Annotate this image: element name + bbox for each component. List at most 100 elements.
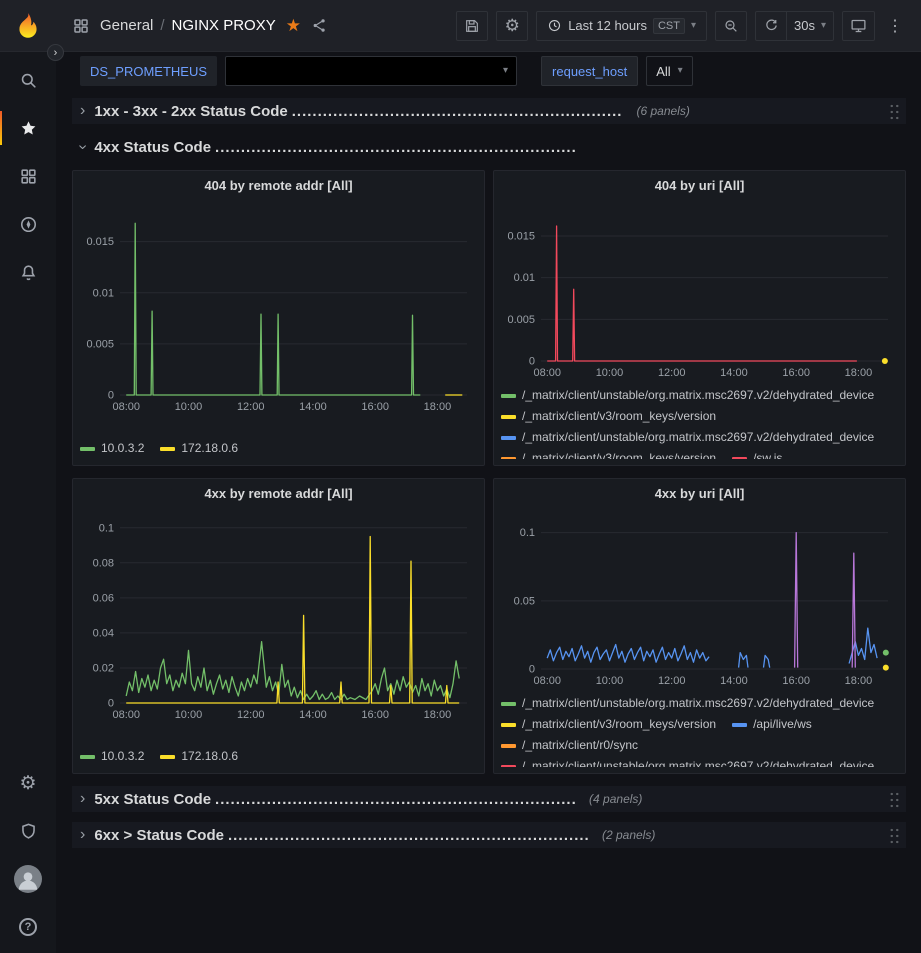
grafana-logo[interactable]	[0, 0, 56, 51]
datasource-variable-label: DS_PROMETHEUS	[80, 56, 217, 86]
legend-item[interactable]: /_matrix/client/unstable/org.matrix.msc2…	[501, 693, 874, 714]
row-drag-handle[interactable]	[889, 827, 900, 844]
dashboard-settings-button[interactable]: ⚙	[496, 11, 528, 41]
panel-4xx-by-uri: 4xx by uri [All] 00.050.108:0010:0012:00…	[493, 478, 906, 774]
row-6xx-status-code[interactable]: › 6xx > Status Code ....................…	[72, 822, 906, 848]
sidebar-item-alerting[interactable]	[0, 248, 56, 296]
row-1xx-3xx-2xx-status-code[interactable]: › 1xx - 3xx - 2xx Status Code ..........…	[72, 98, 906, 124]
gear-icon: ⚙	[19, 774, 36, 793]
legend-swatch-yellow-icon	[501, 415, 516, 419]
sidebar-item-profile[interactable]	[0, 855, 56, 903]
panel-title[interactable]: 404 by remote addr [All]	[80, 175, 477, 197]
legend-item[interactable]: /_matrix/client/unstable/org.matrix.msc2…	[501, 385, 874, 406]
sidebar-item-dashboards[interactable]	[0, 152, 56, 200]
timeseries-chart[interactable]: 00.020.040.060.080.108:0010:0012:0014:00…	[80, 511, 477, 723]
legend-item[interactable]: /_matrix/client/v3/room_keys/version	[501, 448, 716, 459]
legend-swatch-green-icon	[501, 394, 516, 398]
chevron-down-icon: ›	[74, 144, 92, 149]
svg-text:08:00: 08:00	[112, 401, 140, 413]
share-icon[interactable]	[311, 17, 328, 34]
panel-legend: /_matrix/client/unstable/org.matrix.msc2…	[501, 689, 898, 767]
legend-item[interactable]: 10.0.3.2	[80, 746, 144, 767]
svg-text:0.06: 0.06	[93, 592, 114, 604]
favorite-star-icon[interactable]: ★	[286, 17, 301, 34]
svg-text:10:00: 10:00	[596, 367, 624, 379]
svg-text:18:00: 18:00	[845, 367, 873, 379]
panel-legend: 10.0.3.2 172.18.0.6	[80, 742, 477, 767]
time-range-picker[interactable]: Last 12 hours CST ▾	[536, 11, 707, 41]
timeseries-chart[interactable]: 00.0050.010.01508:0010:0012:0014:0016:00…	[501, 203, 898, 381]
chevron-down-icon: ▾	[691, 21, 696, 31]
timeseries-chart[interactable]: 00.050.108:0010:0012:0014:0016:0018:00	[501, 511, 898, 689]
datasource-variable-select[interactable]: ▾	[225, 56, 517, 86]
svg-text:12:00: 12:00	[237, 401, 265, 413]
timeseries-chart[interactable]: 00.0050.010.01508:0010:0012:0014:0016:00…	[80, 203, 477, 415]
row-4xx-status-code[interactable]: › 4xx Status Code ......................…	[72, 134, 906, 160]
person-icon	[15, 867, 41, 893]
svg-text:0: 0	[529, 664, 535, 676]
svg-text:0.08: 0.08	[93, 557, 114, 569]
svg-text:10:00: 10:00	[596, 675, 624, 687]
svg-text:18:00: 18:00	[845, 675, 873, 687]
zoom-out-button[interactable]	[715, 11, 747, 41]
legend-swatch-yellow-icon	[501, 723, 516, 727]
chevron-down-icon: ▾	[821, 21, 826, 31]
svg-text:0.015: 0.015	[86, 236, 114, 248]
svg-text:0: 0	[108, 698, 114, 710]
sidebar-item-server-admin[interactable]	[0, 807, 56, 855]
refresh-icon	[764, 18, 779, 33]
legend-label: /sw.js	[753, 448, 782, 459]
sidebar-item-explore[interactable]	[0, 200, 56, 248]
toolbar-actions: ⚙ Last 12 hours CST ▾ 30s	[456, 11, 907, 41]
zoom-out-icon	[723, 18, 739, 34]
legend-label: /_matrix/client/unstable/org.matrix.msc2…	[522, 427, 874, 448]
legend-item[interactable]: /_matrix/client/r0/sync	[501, 735, 638, 756]
panel-title[interactable]: 404 by uri [All]	[501, 175, 898, 197]
panel-title[interactable]: 4xx by remote addr [All]	[80, 483, 477, 505]
request-host-variable-select[interactable]: All ▾	[646, 56, 692, 86]
legend-item[interactable]: 10.0.3.2	[80, 438, 144, 459]
refresh-interval-picker[interactable]: 30s ▾	[786, 11, 834, 41]
row-drag-handle[interactable]	[889, 103, 900, 120]
top-navigation-bar: General / NGINX PROXY ★ ⚙ Last 12 hours …	[0, 0, 921, 52]
legend-item[interactable]: /_matrix/client/v3/room_keys/version	[501, 406, 716, 427]
legend-item[interactable]: /api/live/ws	[732, 714, 812, 735]
row-drag-handle[interactable]	[889, 791, 900, 808]
legend-item[interactable]: /_matrix/client/unstable/org.matrix.msc2…	[501, 427, 874, 448]
sidebar-bottom: ⚙ ?	[0, 759, 56, 953]
panel-title[interactable]: 4xx by uri [All]	[501, 483, 898, 505]
svg-text:0.1: 0.1	[520, 527, 535, 539]
svg-text:14:00: 14:00	[720, 675, 748, 687]
row-title: 6xx > Status Code	[94, 827, 224, 844]
search-icon	[19, 71, 38, 90]
sidebar-item-search[interactable]	[0, 56, 56, 104]
legend-item[interactable]: /_matrix/client/v3/room_keys/version	[501, 714, 716, 735]
clock-icon	[547, 18, 562, 33]
sidebar-item-help[interactable]: ?	[0, 903, 56, 951]
tv-mode-button[interactable]	[842, 11, 875, 41]
legend-swatch-green-icon	[501, 702, 516, 706]
svg-text:14:00: 14:00	[720, 367, 748, 379]
kebab-menu-button[interactable]: ⋮	[883, 16, 907, 36]
sidebar-item-starred[interactable]	[0, 104, 56, 152]
sidebar-item-configuration[interactable]: ⚙	[0, 759, 56, 807]
legend-item[interactable]: 172.18.0.6	[160, 746, 238, 767]
breadcrumb-folder[interactable]: General	[100, 17, 153, 34]
svg-text:0.05: 0.05	[514, 595, 535, 607]
time-range-label: Last 12 hours	[568, 18, 647, 33]
panel-grid: 404 by remote addr [All] 00.0050.010.015…	[72, 170, 906, 774]
row-5xx-status-code[interactable]: › 5xx Status Code ......................…	[72, 786, 906, 812]
svg-text:0.1: 0.1	[99, 522, 114, 534]
row-panel-count: (4 panels)	[589, 792, 642, 806]
legend-item[interactable]: /sw.js	[732, 448, 782, 459]
save-dashboard-button[interactable]	[456, 11, 488, 41]
legend-item[interactable]: 172.18.0.6	[160, 438, 238, 459]
legend-label: 172.18.0.6	[181, 438, 238, 459]
dashboards-grid-icon[interactable]	[72, 17, 90, 35]
panel-404-by-remote-addr: 404 by remote addr [All] 00.0050.010.015…	[72, 170, 485, 466]
breadcrumb-separator: /	[160, 17, 164, 34]
legend-label: /_matrix/client/v3/room_keys/version	[522, 448, 716, 459]
sidebar-expand-button[interactable]: ›	[47, 44, 64, 61]
refresh-button[interactable]	[755, 11, 787, 41]
legend-item[interactable]: /_matrix/client/unstable/org.matrix.msc2…	[501, 756, 874, 767]
